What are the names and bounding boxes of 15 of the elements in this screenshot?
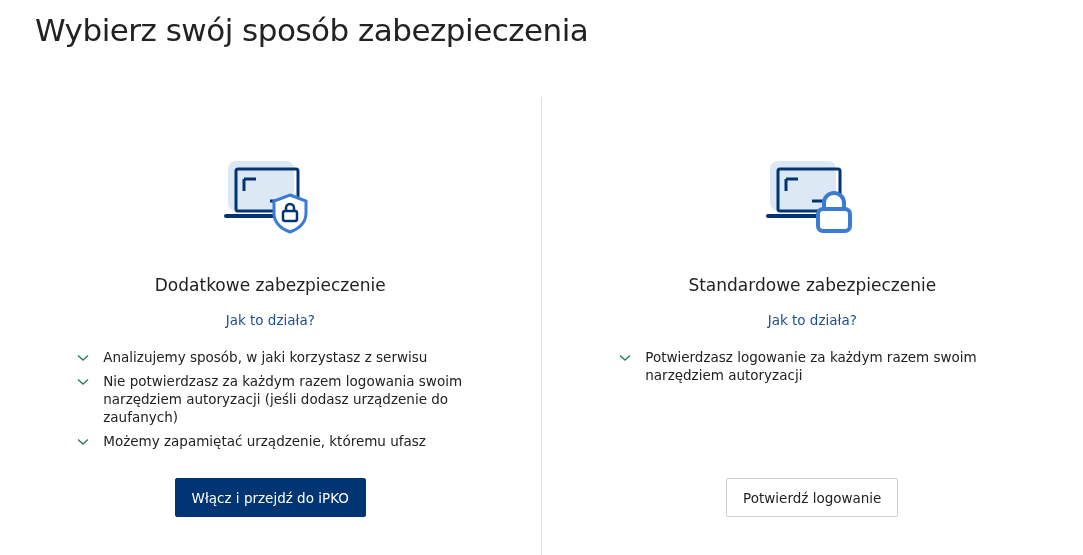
feature-text: Potwierdzasz logowanie za każdym razem swoim narzędziem autoryzacji <box>645 348 978 385</box>
confirm-login-button[interactable]: Potwierdź logowanie <box>726 478 899 518</box>
option-heading: Dodatkowe zabezpieczenie <box>154 274 386 297</box>
check-icon <box>77 438 90 447</box>
page-title: Wybierz swój sposób zabezpieczenia <box>34 11 590 50</box>
feature-text: Możemy zapamiętać urządzenie, któremu ufasz <box>103 432 427 451</box>
feature-text: Nie potwierdzasz za każdym razem logowania swoim narzędziem autoryzacji (jeśli dodasz urządzenie do zaufanych) <box>103 372 464 427</box>
check-icon <box>77 354 90 363</box>
how-it-works-link[interactable]: Jak to działa? <box>767 310 857 331</box>
how-it-works-link[interactable]: Jak to działa? <box>225 310 315 331</box>
check-icon <box>77 378 90 387</box>
check-icon <box>619 354 632 363</box>
feature-text: Analizujemy sposób, w jaki korzystasz z serwisu <box>103 348 429 367</box>
option-heading: Standardowe zabezpieczenie <box>688 274 937 297</box>
enable-button[interactable]: Włącz i przejdź do iPKO <box>174 478 366 518</box>
